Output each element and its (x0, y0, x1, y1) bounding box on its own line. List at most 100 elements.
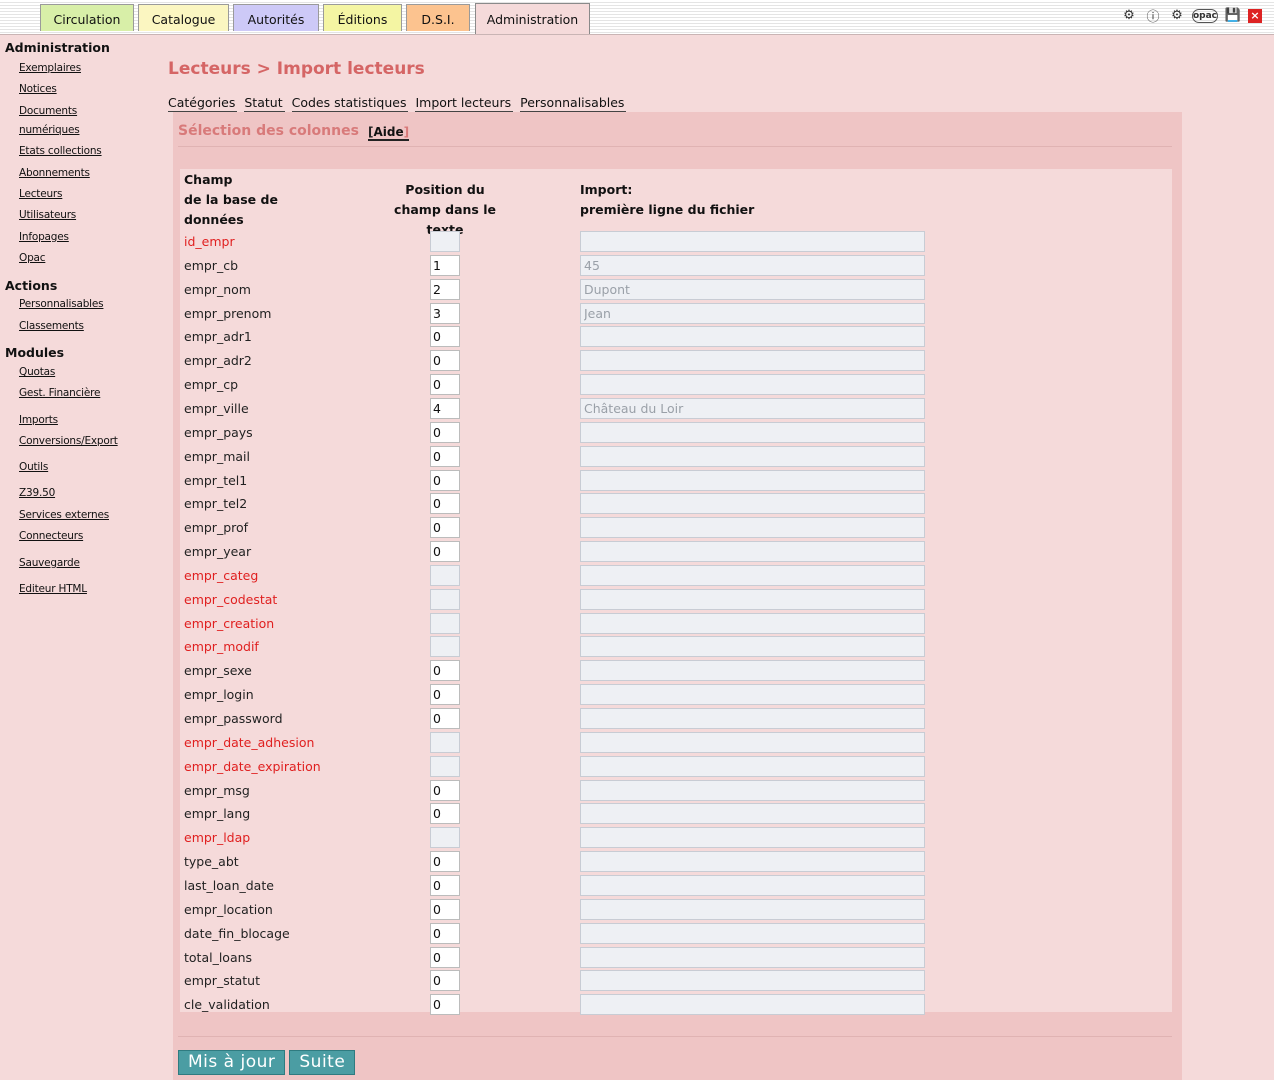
position-input[interactable] (430, 254, 460, 276)
import-preview-field (580, 684, 925, 706)
position-input[interactable] (430, 898, 460, 920)
position-input (430, 755, 460, 777)
menu-item-outils[interactable]: Outils (19, 461, 48, 473)
menu-item-utilisateurs[interactable]: Utilisateurs (19, 209, 76, 221)
close-icon[interactable]: × (1248, 8, 1262, 23)
field-name: empr_mail (184, 448, 250, 464)
position-input[interactable] (430, 469, 460, 491)
header-import-line1: Import: (580, 182, 633, 197)
position-input[interactable] (430, 397, 460, 419)
position-input[interactable] (430, 851, 460, 873)
save-icon[interactable]: 💾 (1224, 7, 1242, 24)
tab-autorites[interactable]: Autorités (233, 4, 319, 31)
help-icon[interactable]: ⓘ (1144, 7, 1162, 25)
subtab-statut[interactable]: Statut (244, 95, 285, 112)
position-input[interactable] (430, 541, 460, 563)
field-name: empr_ville (184, 400, 249, 416)
tab-administration[interactable]: Administration (475, 3, 590, 34)
table-row: empr_ldap (180, 826, 1172, 850)
menu-item-opac[interactable]: Opac (19, 252, 46, 264)
page-title: Lecteurs > Import lecteurs (168, 59, 425, 79)
position-input[interactable] (430, 874, 460, 896)
menu-item-services-externes[interactable]: Services externes (19, 509, 109, 521)
position-input[interactable] (430, 708, 460, 729)
menu-item-lecteurs[interactable]: Lecteurs (19, 188, 63, 200)
position-input[interactable] (430, 970, 460, 992)
field-name: empr_prenom (184, 305, 272, 321)
menu-item-sauvegarde[interactable]: Sauvegarde (19, 557, 80, 569)
tab-catalogue[interactable]: Catalogue (138, 4, 229, 31)
subtab-categories[interactable]: Catégories (168, 95, 238, 112)
subtab-personnalisables[interactable]: Personnalisables (520, 95, 627, 112)
field-name: empr_codestat (184, 591, 278, 607)
import-preview-field (580, 517, 925, 539)
subtab-codes-statistiques[interactable]: Codes statistiques (291, 95, 409, 112)
menu-item-notices[interactable]: Notices (19, 83, 57, 95)
menu-item-personnalisables[interactable]: Personnalisables (19, 298, 104, 310)
menu-item-quotas[interactable]: Quotas (19, 366, 55, 378)
position-input[interactable] (430, 803, 460, 825)
position-input (430, 636, 460, 658)
menu-item-editeur-html[interactable]: Editeur HTML (19, 583, 87, 595)
menu-item-etats-collections[interactable]: Etats collections (19, 145, 102, 157)
menu-item-gest-financiere[interactable]: Gest. Financière (19, 387, 100, 399)
menu-item-exemplaires[interactable]: Exemplaires (19, 62, 81, 74)
position-input[interactable] (430, 374, 460, 396)
position-input[interactable] (430, 445, 460, 467)
import-preview-field (580, 731, 925, 753)
position-input[interactable] (430, 684, 460, 706)
field-name: id_empr (184, 234, 235, 249)
position-input[interactable] (430, 660, 460, 682)
subtabs: Catégories Statut Codes statistiques Imp… (168, 95, 629, 112)
subtab-import-lecteurs[interactable]: Import lecteurs (415, 95, 514, 112)
gear-icon[interactable]: ⚙ (1168, 7, 1186, 24)
import-preview-field (580, 803, 925, 825)
position-input[interactable] (430, 493, 460, 515)
position-input (430, 231, 460, 252)
menu-item-classements[interactable]: Classements (19, 320, 84, 332)
position-input[interactable] (430, 922, 460, 944)
field-name: empr_year (184, 544, 252, 560)
menu-item-numeriques[interactable]: numériques (19, 124, 80, 136)
import-preview-field (580, 469, 925, 491)
position-input[interactable] (430, 517, 460, 539)
menu-heading-administration: Administration (5, 40, 110, 55)
field-name: empr_categ (184, 567, 259, 583)
menu-item-z3950[interactable]: Z39.50 (19, 487, 55, 499)
field-name: cle_validation (184, 997, 270, 1013)
menu-item-abonnements[interactable]: Abonnements (19, 167, 90, 179)
position-input[interactable] (430, 326, 460, 348)
menu-heading-actions: Actions (5, 278, 58, 293)
tab-dsi[interactable]: D.S.I. (406, 4, 470, 31)
tab-editions[interactable]: Éditions (323, 4, 402, 31)
position-input (430, 588, 460, 610)
table-row: last_loan_date (180, 874, 1172, 898)
world-icon[interactable]: ⚙ (1120, 7, 1138, 24)
position-input[interactable] (430, 302, 460, 324)
opac-icon[interactable]: opac (1192, 8, 1218, 23)
help-link-label[interactable]: Aide (373, 125, 403, 139)
menu-item-imports[interactable]: Imports (19, 414, 58, 426)
position-input[interactable] (430, 350, 460, 372)
next-button[interactable]: Suite (289, 1050, 356, 1075)
position-input[interactable] (430, 946, 460, 968)
update-button[interactable]: Mis à jour (178, 1050, 286, 1075)
tab-circulation[interactable]: Circulation (40, 4, 134, 31)
import-preview-field (580, 302, 925, 324)
import-preview-field (580, 254, 925, 276)
help-link[interactable]: [Aide] (368, 125, 410, 141)
field-name: empr_sexe (184, 663, 252, 679)
import-preview-field (580, 278, 925, 300)
divider (178, 146, 1172, 147)
table-row: empr_lang (180, 802, 1172, 826)
section-title: Sélection des colonnes (178, 123, 359, 139)
menu-item-connecteurs[interactable]: Connecteurs (19, 530, 83, 542)
position-input[interactable] (430, 421, 460, 443)
position-input[interactable] (430, 994, 460, 1016)
menu-item-documents[interactable]: Documents (19, 105, 77, 117)
menu-item-conversions-export[interactable]: Conversions/Export (19, 435, 118, 447)
menu-item-infopages[interactable]: Infopages (19, 231, 69, 243)
position-input[interactable] (430, 278, 460, 300)
position-input[interactable] (430, 779, 460, 801)
table-row: id_empr (180, 230, 1172, 254)
